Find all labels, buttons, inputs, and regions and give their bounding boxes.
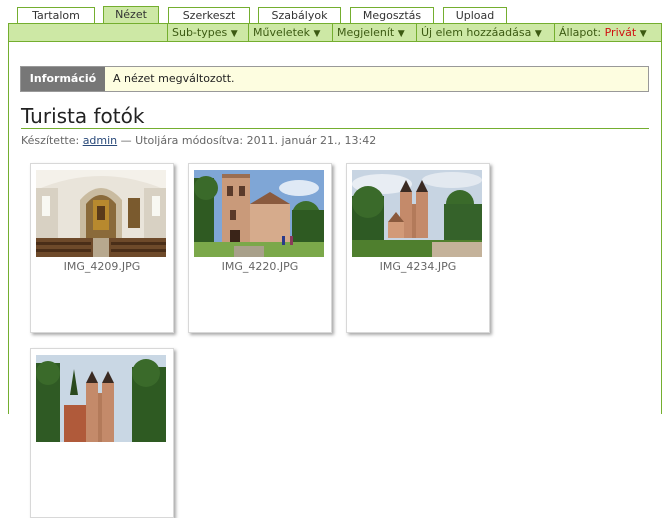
status-message-text: A nézet megváltozott. xyxy=(113,72,235,85)
muveletek-label: Műveletek xyxy=(253,26,311,39)
chevron-down-icon: ▼ xyxy=(397,29,405,39)
author-link[interactable]: admin xyxy=(83,134,117,147)
megjelenit-menu[interactable]: Megjelenít ▼ xyxy=(332,24,416,41)
content-actions-bar: Sub-types ▼ Műveletek ▼ Megjelenít ▼ Új … xyxy=(8,23,662,42)
photo-thumbnail[interactable] xyxy=(36,170,166,257)
chevron-down-icon: ▼ xyxy=(313,29,321,39)
chevron-down-icon: ▼ xyxy=(639,29,647,39)
tab-label: Szerkeszt xyxy=(182,9,236,22)
muveletek-menu[interactable]: Műveletek ▼ xyxy=(248,24,332,41)
image-card[interactable]: IMG_4234.JPG xyxy=(346,163,490,333)
title-divider xyxy=(21,128,649,129)
state-label: Állapot: xyxy=(559,26,602,39)
status-message: Információ A nézet megváltozott. xyxy=(20,66,649,92)
tab-upload[interactable]: Upload xyxy=(443,7,507,23)
tab-label: Nézet xyxy=(115,8,147,21)
image-card[interactable] xyxy=(30,348,174,518)
tab-szerkeszt[interactable]: Szerkeszt xyxy=(168,7,250,23)
subtypes-label: Sub-types xyxy=(172,26,228,39)
byline-modified: — Utoljára módosítva: 2011. január 21., … xyxy=(120,134,377,147)
subtypes-menu[interactable]: Sub-types ▼ xyxy=(167,24,248,41)
tab-tartalom[interactable]: Tartalom xyxy=(17,7,95,23)
image-card[interactable]: IMG_4220.JPG xyxy=(188,163,332,333)
chevron-down-icon: ▼ xyxy=(230,29,238,39)
byline-prefix: Készítette: xyxy=(21,134,80,147)
chevron-down-icon: ▼ xyxy=(534,29,542,39)
tab-megosztas[interactable]: Megosztás xyxy=(350,7,434,23)
photo-thumbnail[interactable] xyxy=(352,170,482,257)
tab-nezet[interactable]: Nézet xyxy=(103,6,159,24)
new-item-menu[interactable]: Új elem hozzáadása ▼ xyxy=(416,24,554,41)
tab-label: Szabályok xyxy=(271,9,328,22)
state-menu[interactable]: Állapot: Privát ▼ xyxy=(554,24,661,41)
image-caption: IMG_4209.JPG xyxy=(63,260,141,273)
tab-szabalyok[interactable]: Szabályok xyxy=(258,7,341,23)
tab-label: Tartalom xyxy=(32,9,80,22)
state-value: Privát xyxy=(604,26,637,39)
photo-thumbnail[interactable] xyxy=(194,170,324,257)
page-title: Turista fotók xyxy=(21,104,145,128)
image-caption: IMG_4234.JPG xyxy=(379,260,457,273)
tab-label: Upload xyxy=(455,9,495,22)
tab-label: Megosztás xyxy=(362,9,422,22)
document-byline: Készítette: admin — Utoljára módosítva: … xyxy=(21,134,376,147)
photo-thumbnail[interactable] xyxy=(36,355,166,442)
tab-bar: Tartalom Nézet Szerkeszt Szabályok Megos… xyxy=(0,0,670,24)
new-item-label: Új elem hozzáadása xyxy=(421,26,532,39)
megjelenit-label: Megjelenít xyxy=(337,26,395,39)
image-caption: IMG_4220.JPG xyxy=(221,260,299,273)
status-message-label: Információ xyxy=(21,67,105,91)
image-card[interactable]: IMG_4209.JPG xyxy=(30,163,174,333)
